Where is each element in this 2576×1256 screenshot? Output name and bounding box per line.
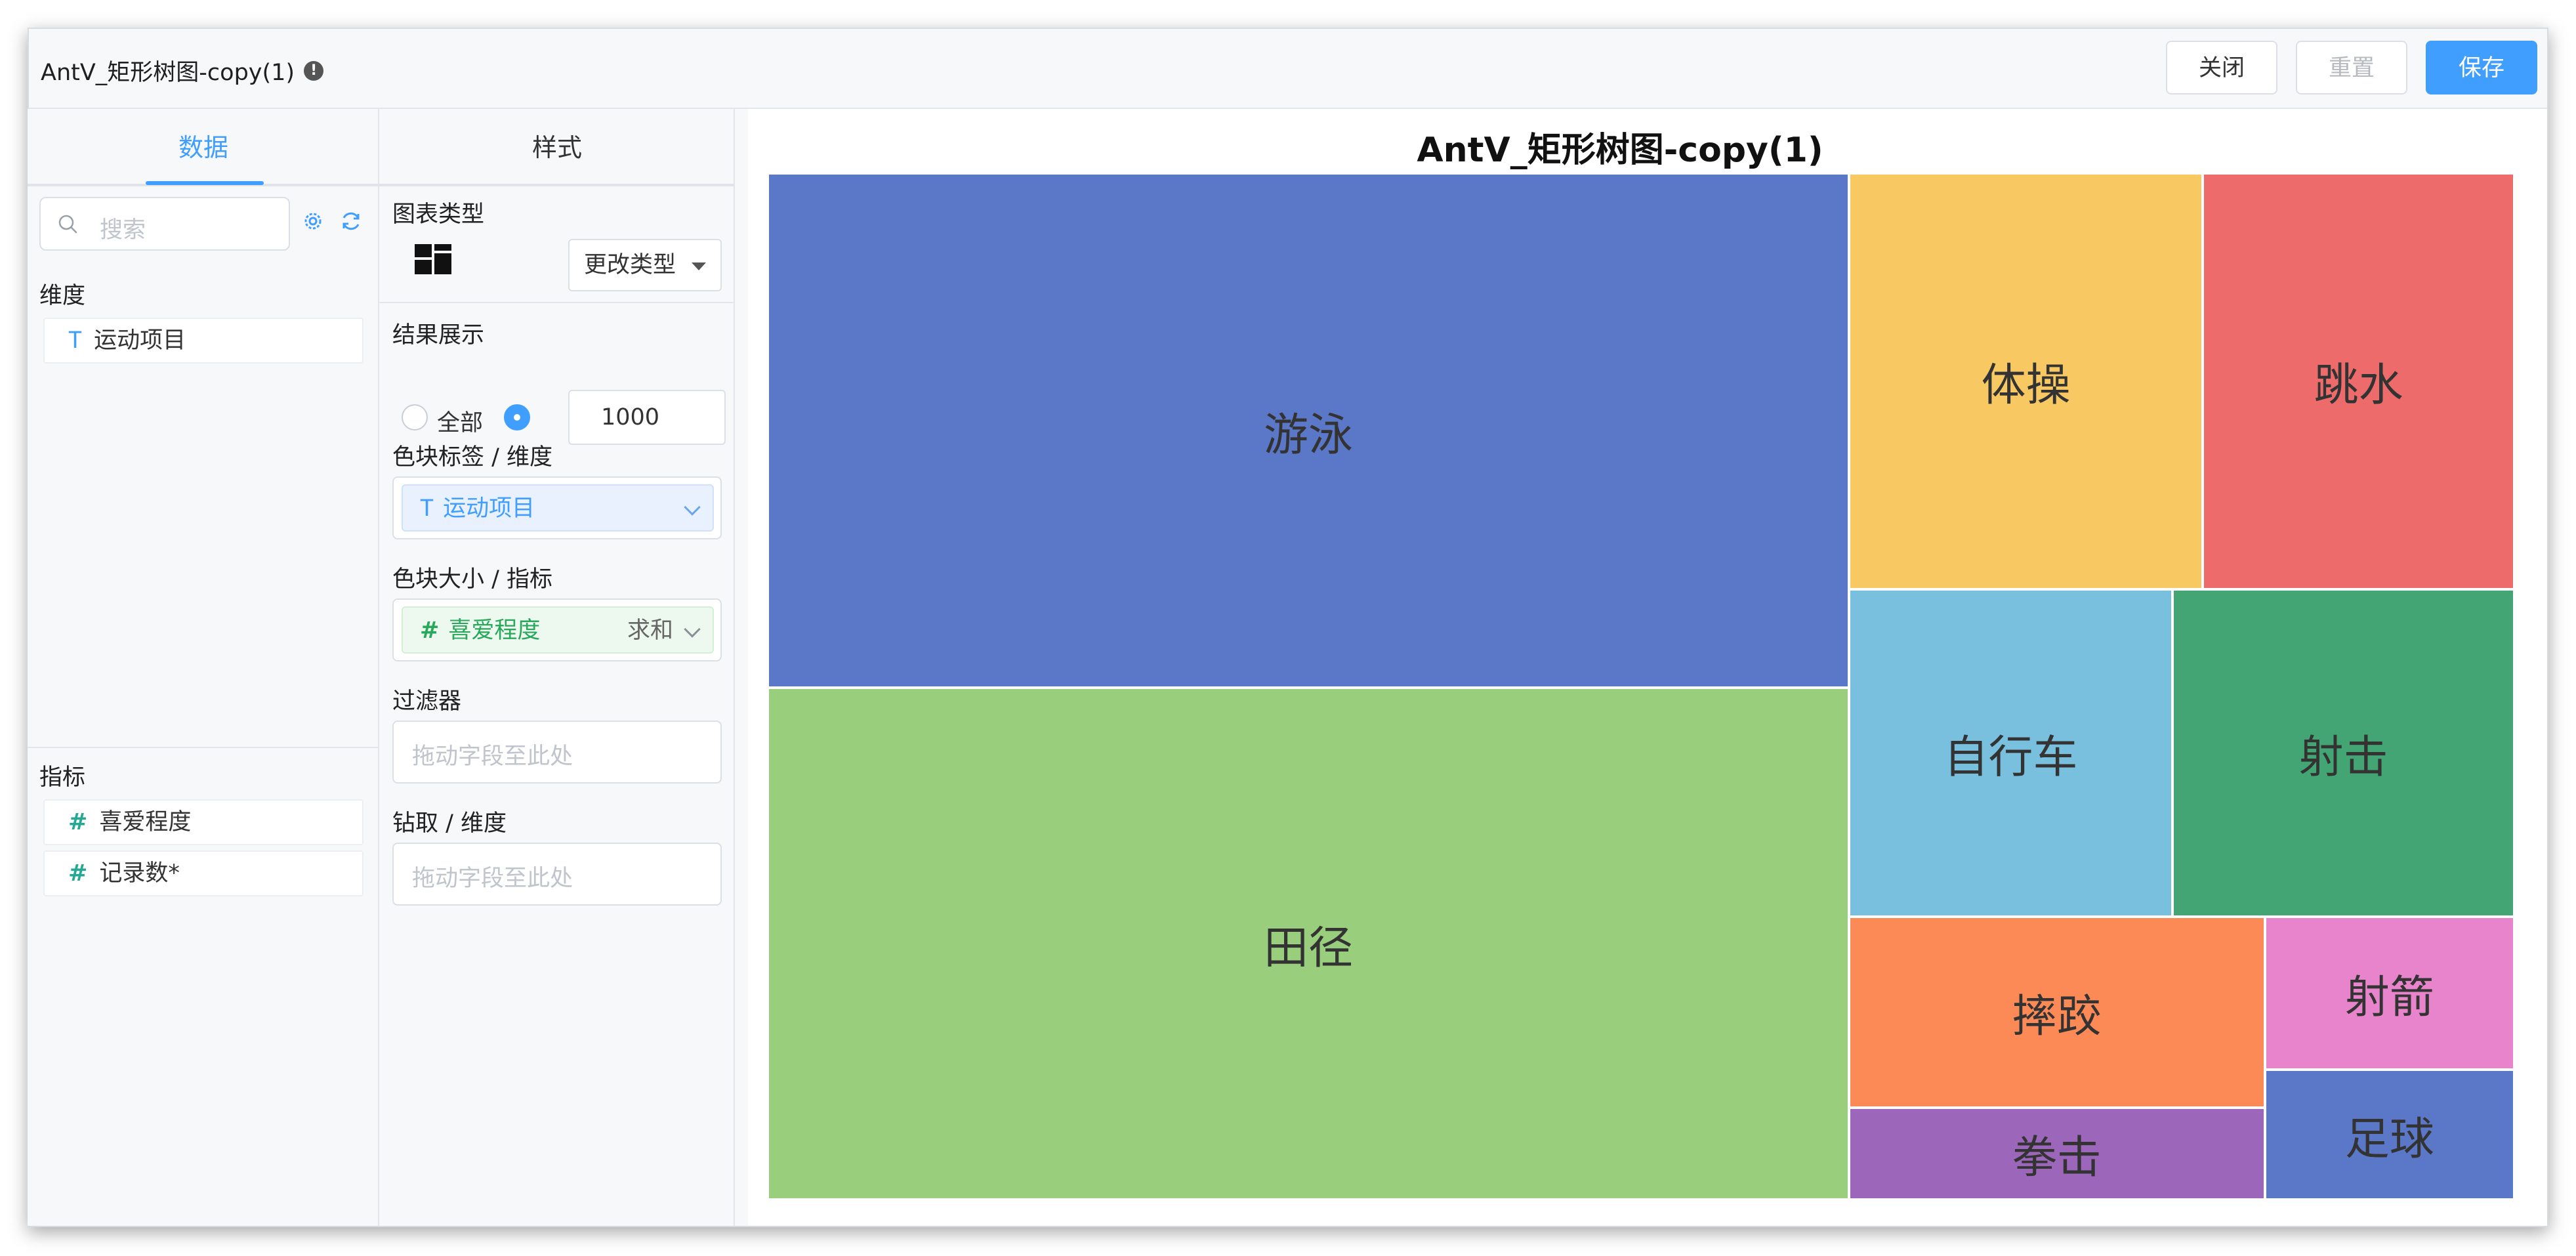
filter-dropzone[interactable]: 拖动字段至此处 <box>392 721 722 784</box>
result-limit-input[interactable]: 1000 <box>568 390 726 445</box>
treemap-cell-label: 自行车 <box>1943 731 2078 784</box>
panel-tabs: 数据 样式 <box>28 109 735 186</box>
color-label-title: 色块标签 / 维度 <box>392 444 553 471</box>
treemap-cell-跳水[interactable]: 跳水 <box>2203 173 2514 589</box>
dimension-field-name: 运动项目 <box>94 327 186 354</box>
config-divider <box>379 302 735 303</box>
metric-field-item[interactable]: # 记录数* <box>43 850 364 896</box>
chevron-down-icon <box>684 499 701 516</box>
text-type-icon: T <box>420 495 434 522</box>
treemap-cell-游泳[interactable]: 游泳 <box>768 173 1849 688</box>
metric-field-item[interactable]: # 喜爱程度 <box>43 799 364 845</box>
change-type-select[interactable]: 更改类型 <box>568 239 722 291</box>
treemap-cell-射击[interactable]: 射击 <box>2172 589 2514 917</box>
chart-title: AntV_矩形树图-copy(1) <box>1417 131 1823 170</box>
tab-data[interactable]: 数据 <box>28 109 379 186</box>
search-placeholder: 搜索 <box>100 217 146 243</box>
size-dropzone[interactable]: # 喜爱程度 求和 <box>392 598 722 661</box>
treemap-cell-label: 跳水 <box>2314 360 2403 412</box>
treemap-cell-射箭[interactable]: 射箭 <box>2264 916 2514 1070</box>
size-field-pill[interactable]: # 喜爱程度 求和 <box>402 606 714 654</box>
filter-title: 过滤器 <box>392 688 462 715</box>
treemap-cell-自行车[interactable]: 自行车 <box>1848 589 2173 917</box>
number-type-icon: # <box>420 618 440 644</box>
metrics-label: 指标 <box>39 764 86 791</box>
chart-type-label: 图表类型 <box>392 201 485 228</box>
result-limit-radio[interactable] <box>504 404 530 430</box>
treemap-cell-摔跤[interactable]: 摔跤 <box>1848 916 2265 1108</box>
active-tab-indicator <box>146 181 264 185</box>
treemap-chart-icon[interactable] <box>415 244 451 274</box>
caret-down-icon <box>692 262 706 270</box>
dimensions-label: 维度 <box>39 283 86 309</box>
panel-divider <box>28 747 379 748</box>
metric-field-name: 记录数* <box>99 860 180 887</box>
treemap-cell-label: 体操 <box>1981 360 2071 412</box>
color-label-field-name: 运动项目 <box>443 495 535 522</box>
treemap-cell-体操[interactable]: 体操 <box>1848 173 2203 589</box>
treemap-cell-label: 足球 <box>2344 1113 2434 1165</box>
treemap-cell-田径[interactable]: 田径 <box>768 688 1849 1200</box>
change-type-label: 更改类型 <box>584 252 676 278</box>
treemap-cell-label: 射击 <box>2298 731 2388 784</box>
drill-placeholder: 拖动字段至此处 <box>412 866 573 892</box>
number-type-icon: # <box>68 860 88 887</box>
color-label-dropzone[interactable]: T 运动项目 <box>392 476 722 539</box>
treemap-cell-label: 射箭 <box>2344 971 2434 1024</box>
treemap-cell-label: 游泳 <box>1263 409 1353 461</box>
size-field-name: 喜爱程度 <box>448 618 541 644</box>
dimension-field-item[interactable]: T 运动项目 <box>43 318 364 364</box>
treemap-cell-拳击[interactable]: 拳击 <box>1848 1107 2265 1200</box>
refresh-icon[interactable] <box>339 209 364 234</box>
chevron-down-icon <box>684 621 701 638</box>
result-all-label: 全部 <box>437 410 484 436</box>
text-type-icon: T <box>68 327 83 354</box>
drill-title: 钻取 / 维度 <box>392 810 507 837</box>
field-search-input[interactable]: 搜索 <box>39 197 290 251</box>
search-icon <box>58 215 77 234</box>
result-display-label: 结果展示 <box>392 322 485 348</box>
number-type-icon: # <box>68 809 88 835</box>
gear-icon[interactable] <box>301 209 325 234</box>
tab-style[interactable]: 样式 <box>379 109 735 186</box>
size-title: 色块大小 / 指标 <box>392 566 553 593</box>
result-all-radio[interactable] <box>402 404 428 430</box>
treemap-cell-label: 摔跤 <box>2012 990 2102 1043</box>
color-label-field-pill[interactable]: T 运动项目 <box>402 484 714 532</box>
treemap-cell-label: 拳击 <box>2012 1132 2102 1184</box>
aggregation-label: 求和 <box>627 618 673 644</box>
treemap-cell-label: 田径 <box>1263 922 1353 974</box>
metric-field-name: 喜爱程度 <box>99 809 192 835</box>
drill-dropzone[interactable]: 拖动字段至此处 <box>392 843 722 906</box>
treemap-cell-足球[interactable]: 足球 <box>2264 1070 2514 1200</box>
filter-placeholder: 拖动字段至此处 <box>412 743 573 770</box>
